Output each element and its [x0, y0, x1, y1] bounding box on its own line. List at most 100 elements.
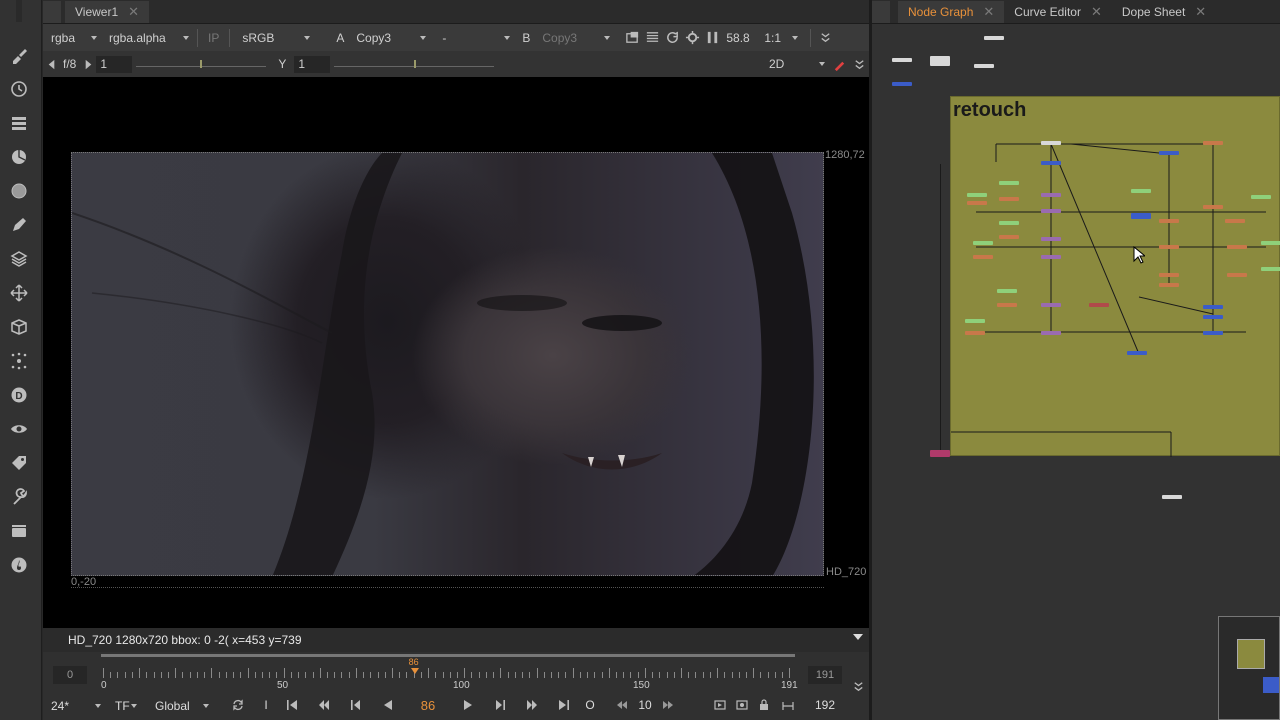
node[interactable]: [965, 319, 985, 323]
skip-forward-icon[interactable]: [657, 696, 679, 714]
node[interactable]: [967, 193, 987, 197]
backdrop-retouch[interactable]: retouch: [950, 96, 1280, 457]
view-mode-dropdown[interactable]: 2D: [761, 54, 829, 74]
next-keyframe-icon[interactable]: [521, 696, 543, 714]
node[interactable]: [1041, 193, 1061, 197]
node-graph-canvas[interactable]: retouch: [872, 24, 1280, 720]
node[interactable]: [892, 82, 912, 86]
range-icon[interactable]: [777, 696, 799, 714]
refresh-icon[interactable]: [662, 28, 682, 48]
node[interactable]: [967, 201, 987, 205]
tf-dropdown[interactable]: TF: [107, 696, 141, 716]
gamma-slider[interactable]: [334, 56, 495, 73]
gain-readout[interactable]: 58.8: [722, 31, 756, 45]
roi-icon[interactable]: [622, 28, 642, 48]
node[interactable]: [1041, 161, 1061, 165]
transform-icon[interactable]: [8, 282, 30, 304]
loop-icon[interactable]: [227, 696, 249, 714]
increment-field[interactable]: 10: [634, 696, 656, 714]
timeline-ruler[interactable]: [103, 668, 793, 678]
triangle-down-icon[interactable]: [853, 634, 863, 640]
deep-icon[interactable]: D: [8, 384, 30, 406]
node[interactable]: [1041, 209, 1061, 213]
end-frame-field[interactable]: 191: [808, 666, 842, 684]
gain-slider[interactable]: [136, 56, 267, 73]
node[interactable]: [1227, 245, 1247, 249]
node[interactable]: [997, 289, 1017, 293]
arrow-right-icon[interactable]: [80, 54, 96, 74]
node[interactable]: [999, 197, 1019, 201]
node[interactable]: [974, 64, 994, 68]
paint-brush-icon[interactable]: [8, 44, 30, 66]
pen-icon[interactable]: [8, 214, 30, 236]
node[interactable]: [892, 58, 912, 62]
tab-dope-sheet[interactable]: Dope Sheet ✕: [1112, 1, 1216, 23]
node[interactable]: [1131, 213, 1151, 219]
skip-back-icon[interactable]: [611, 696, 633, 714]
node[interactable]: [1159, 219, 1179, 223]
node[interactable]: [1251, 195, 1271, 199]
node[interactable]: [930, 450, 950, 457]
views-icon[interactable]: [8, 418, 30, 440]
node[interactable]: [973, 255, 993, 259]
chevron-down-icon[interactable]: [849, 54, 869, 74]
scope-dropdown[interactable]: Global: [147, 696, 213, 716]
node[interactable]: [1127, 351, 1147, 355]
node[interactable]: [965, 331, 985, 335]
last-frame-icon[interactable]: [553, 696, 575, 714]
channels-icon[interactable]: [8, 112, 30, 134]
node[interactable]: [1227, 273, 1247, 277]
graph-minimap[interactable]: [1218, 616, 1280, 720]
node[interactable]: [1159, 151, 1179, 155]
node[interactable]: [1089, 303, 1109, 307]
metadata-icon[interactable]: [8, 452, 30, 474]
close-icon[interactable]: ✕: [1195, 4, 1206, 20]
lock-icon[interactable]: [753, 696, 775, 714]
clock-icon[interactable]: [8, 78, 30, 100]
node[interactable]: [1041, 237, 1061, 241]
fps-dropdown[interactable]: 24*: [43, 696, 105, 716]
gamma-field[interactable]: 1: [294, 55, 331, 73]
wipe-mode-dropdown[interactable]: -: [434, 28, 514, 48]
tab-node-graph[interactable]: Node Graph ✕: [898, 1, 1005, 23]
node[interactable]: [1203, 141, 1223, 145]
node[interactable]: [973, 241, 993, 245]
minimap-viewport[interactable]: [1263, 677, 1279, 693]
pause-icon[interactable]: [702, 28, 722, 48]
node[interactable]: [1159, 283, 1179, 287]
prev-frame-icon[interactable]: [345, 696, 367, 714]
chevron-down-icon[interactable]: [848, 676, 868, 696]
play-forward-icon[interactable]: [457, 696, 479, 714]
panel-menu-handle[interactable]: [43, 1, 61, 23]
end-frame-field-2[interactable]: 192: [807, 696, 843, 714]
ip-toggle[interactable]: IP: [202, 31, 225, 45]
gain-field[interactable]: 1: [96, 55, 133, 73]
color-icon[interactable]: [8, 146, 30, 168]
node[interactable]: [999, 181, 1019, 185]
a-input-dropdown[interactable]: Copy3: [348, 28, 430, 48]
furnace-icon[interactable]: [8, 554, 30, 576]
zoom-dropdown[interactable]: 1:1: [756, 28, 802, 48]
play-backward-icon[interactable]: [377, 696, 399, 714]
node[interactable]: [1159, 245, 1179, 249]
node[interactable]: [1041, 255, 1061, 259]
alpha-channel-dropdown[interactable]: rgba.alpha: [101, 28, 193, 48]
node[interactable]: [1131, 189, 1151, 193]
other-icon[interactable]: [8, 520, 30, 542]
layers-icon[interactable]: [8, 248, 30, 270]
node[interactable]: [1261, 241, 1280, 245]
node[interactable]: [1041, 331, 1061, 335]
close-icon[interactable]: ✕: [983, 4, 994, 20]
circle-icon[interactable]: [8, 180, 30, 202]
node[interactable]: [1203, 331, 1223, 335]
node[interactable]: [1203, 305, 1223, 309]
node[interactable]: [1225, 219, 1245, 223]
first-frame-icon[interactable]: [281, 696, 303, 714]
playhead[interactable]: 86: [409, 657, 421, 674]
flipbook-icon[interactable]: [709, 696, 731, 714]
next-frame-icon[interactable]: [489, 696, 511, 714]
channels-dropdown[interactable]: rgba: [43, 28, 101, 48]
node[interactable]: [999, 235, 1019, 239]
node[interactable]: [930, 56, 950, 66]
capture-icon[interactable]: [731, 696, 753, 714]
